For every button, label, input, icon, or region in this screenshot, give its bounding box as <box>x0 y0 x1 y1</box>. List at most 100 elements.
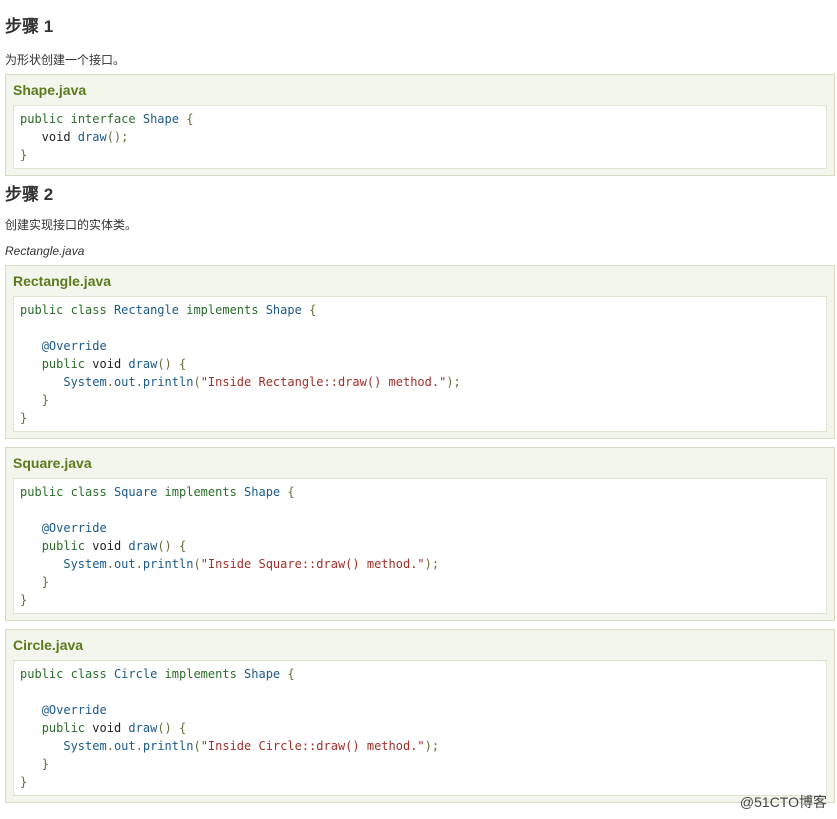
code-line: System.out.println("Inside Square::draw(… <box>20 557 439 571</box>
code-token: { <box>287 667 295 681</box>
example-title: Circle.java <box>13 637 84 653</box>
code-block[interactable]: public class Rectangle implements Shape … <box>13 296 827 432</box>
code-token: @Override <box>41 339 107 353</box>
step2-description: 创建实现接口的实体类。 <box>5 218 138 232</box>
code-line: } <box>20 575 49 589</box>
code-token: } <box>20 775 28 789</box>
code-token: (); <box>106 130 129 144</box>
step1-description: 为形状创建一个接口。 <box>5 53 126 67</box>
code-text: public interface Shape { void draw(); } <box>20 110 820 164</box>
code-token: . <box>135 557 143 571</box>
code-token: println <box>142 557 194 571</box>
code-token: { <box>179 721 187 735</box>
code-block[interactable]: public class Square implements Shape { @… <box>13 478 827 614</box>
code-token: "Inside Circle::draw() method." <box>200 739 425 753</box>
code-text: public class Square implements Shape { @… <box>20 483 820 609</box>
example-shape: Shape.java public interface Shape { void… <box>5 74 835 176</box>
code-token: } <box>41 575 49 589</box>
code-token: class <box>70 485 107 499</box>
code-line: public interface Shape { <box>20 112 193 126</box>
code-token: { <box>186 112 194 126</box>
code-line: @Override <box>20 703 107 717</box>
code-block[interactable]: public class Circle implements Shape { @… <box>13 660 827 796</box>
code-token: implements <box>186 303 259 317</box>
code-token: { <box>179 539 187 553</box>
file-label: Rectangle.java <box>5 244 85 258</box>
code-token: println <box>142 375 194 389</box>
code-token: . <box>106 375 114 389</box>
code-token: () <box>157 721 172 735</box>
code-line: public void draw() { <box>20 721 187 735</box>
code-token: class <box>70 667 107 681</box>
code-line: } <box>20 775 27 789</box>
code-token: out <box>113 557 136 571</box>
code-line: System.out.println("Inside Circle::draw(… <box>20 739 439 753</box>
code-token: void <box>85 721 129 735</box>
code-line: public class Square implements Shape { <box>20 485 295 499</box>
code-line: } <box>20 148 27 162</box>
code-token: System <box>63 375 107 389</box>
code-token: implements <box>164 485 237 499</box>
code-token: Rectangle <box>113 303 179 317</box>
code-token: println <box>142 739 194 753</box>
watermark: @51CTO博客 <box>739 794 827 810</box>
code-token: public <box>20 485 64 499</box>
code-line: public void draw() { <box>20 357 187 371</box>
code-token: @Override <box>41 521 107 535</box>
code-token: implements <box>164 667 237 681</box>
code-token: Shape <box>142 112 179 126</box>
code-token: Square <box>113 485 158 499</box>
code-token: public <box>41 357 86 371</box>
code-token: class <box>70 303 107 317</box>
code-token: out <box>113 739 136 753</box>
code-block[interactable]: public interface Shape { void draw(); } <box>13 105 827 169</box>
code-line: } <box>20 593 27 607</box>
code-token: () <box>157 539 172 553</box>
code-token: . <box>135 375 143 389</box>
code-token: draw <box>77 130 107 144</box>
code-token: public <box>41 539 86 553</box>
code-token: Circle <box>113 667 158 681</box>
code-token: public <box>20 667 64 681</box>
code-token: public <box>41 721 86 735</box>
code-token: void <box>85 539 129 553</box>
article-body: 步骤 1 为形状创建一个接口。 Shape.java public interf… <box>0 0 837 803</box>
code-token: System <box>63 739 107 753</box>
step1-heading: 步骤 1 <box>5 17 54 36</box>
code-line: } <box>20 393 49 407</box>
code-token: { <box>179 357 187 371</box>
code-line: public class Circle implements Shape { <box>20 667 295 681</box>
code-token: out <box>113 375 136 389</box>
code-token: . <box>135 739 143 753</box>
code-token: public <box>20 112 64 126</box>
example-title: Square.java <box>13 455 92 471</box>
code-token: public <box>20 303 64 317</box>
code-token: draw <box>128 721 158 735</box>
code-token: { <box>287 485 295 499</box>
